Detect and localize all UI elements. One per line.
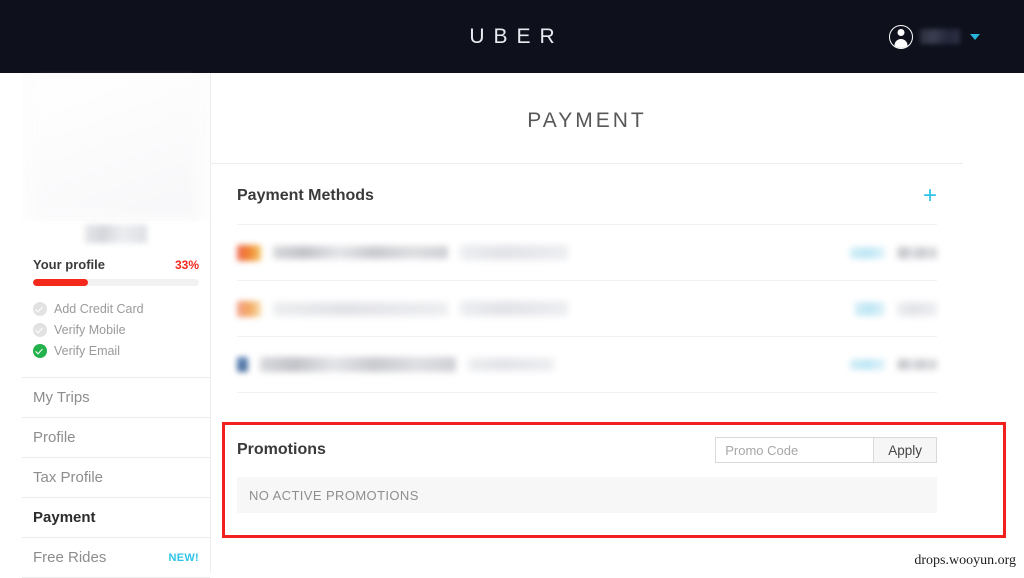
no-active-promotions-message: NO ACTIVE PROMOTIONS [237, 477, 937, 513]
plus-icon[interactable]: + [923, 184, 937, 208]
promo-code-input[interactable] [715, 437, 874, 463]
check-circle-icon [33, 302, 47, 316]
sidebar-item-payment[interactable]: Payment [22, 498, 210, 538]
checklist-item-label: Add Credit Card [54, 302, 144, 316]
profile-progress-fill [33, 279, 88, 286]
sidebar-nav: My Trips Profile Tax Profile Payment Fre… [22, 377, 210, 578]
sidebar-item-label: Profile [33, 429, 76, 446]
payment-methods-title: Payment Methods [237, 187, 374, 204]
new-badge: NEW! [168, 551, 199, 564]
profile-progress-percent: 33% [174, 258, 199, 272]
payment-detail-redacted [460, 245, 568, 260]
sidebar-item-label: Tax Profile [33, 469, 104, 486]
table-row[interactable] [237, 280, 937, 336]
user-circle-icon [889, 24, 913, 49]
promotions-header: Promotions Apply [211, 423, 963, 477]
edit-link-redacted[interactable] [855, 301, 885, 316]
visa-icon [237, 300, 261, 317]
checklist-item-label: Verify Email [54, 344, 120, 358]
table-row[interactable] [237, 336, 937, 393]
sidebar-item-my-trips[interactable]: My Trips [22, 378, 210, 418]
payment-methods-header: Payment Methods + [211, 164, 963, 224]
payment-detail-redacted [468, 358, 554, 371]
remove-link-redacted[interactable] [897, 246, 937, 259]
sidebar: Your profile 33% Add Credit Card Verify … [22, 73, 210, 578]
table-row[interactable] [237, 224, 937, 280]
checklist-item-add-credit-card[interactable]: Add Credit Card [33, 299, 210, 319]
checklist-item-verify-email[interactable]: Verify Email [33, 341, 210, 361]
payment-detail-redacted [460, 301, 568, 316]
profile-progress-header: Your profile 33% [22, 257, 210, 272]
apply-button[interactable]: Apply [873, 437, 937, 463]
sidebar-item-tax-profile[interactable]: Tax Profile [22, 458, 210, 498]
payment-methods-card: Payment Methods + [211, 164, 963, 393]
page-title: PAYMENT [211, 73, 963, 164]
remove-link-redacted[interactable] [897, 359, 937, 370]
promotions-title: Promotions [237, 441, 326, 458]
main-content: PAYMENT Payment Methods + Promotions Pro… [210, 73, 1024, 573]
check-circle-filled-icon [33, 344, 47, 358]
mastercard-icon [237, 244, 261, 261]
check-circle-icon [33, 323, 47, 337]
sidebar-item-label: My Trips [33, 389, 90, 406]
sidebar-item-label: Payment [33, 509, 96, 526]
payment-methods-list [211, 224, 963, 393]
uber-logo[interactable]: UBER [460, 25, 563, 49]
checklist-item-label: Verify Mobile [54, 323, 126, 337]
watermark: drops.wooyun.org [914, 553, 1016, 568]
profile-checklist: Add Credit Card Verify Mobile Verify Ema… [33, 299, 210, 361]
profile-photo-redacted [36, 81, 196, 217]
edit-link-redacted[interactable] [850, 246, 885, 259]
app-header: UBER [0, 0, 1024, 73]
profile-photo [22, 73, 210, 221]
payment-name-redacted [260, 357, 456, 372]
page-body: Your profile 33% Add Credit Card Verify … [0, 73, 1024, 578]
chevron-down-icon[interactable] [970, 33, 980, 40]
user-menu[interactable] [889, 24, 980, 49]
paypal-icon [237, 357, 248, 372]
profile-progress-label: Your profile [33, 257, 105, 272]
remove-link-redacted[interactable] [897, 301, 937, 316]
edit-link-redacted[interactable] [850, 359, 885, 370]
sidebar-item-label: Free Rides [33, 549, 107, 566]
sidebar-item-profile[interactable]: Profile [22, 418, 210, 458]
checklist-item-verify-mobile[interactable]: Verify Mobile [33, 320, 210, 340]
promo-form: Apply [715, 437, 937, 463]
profile-progress-bar [33, 279, 199, 286]
promotions-card: Promotions Apply NO ACTIVE PROMOTIONS [211, 423, 963, 513]
sidebar-item-free-rides[interactable]: Free Rides NEW! [22, 538, 210, 578]
profile-name-redacted [85, 225, 147, 243]
payment-name-redacted [273, 301, 448, 316]
username-redacted [920, 29, 960, 44]
payment-name-redacted [273, 246, 448, 259]
